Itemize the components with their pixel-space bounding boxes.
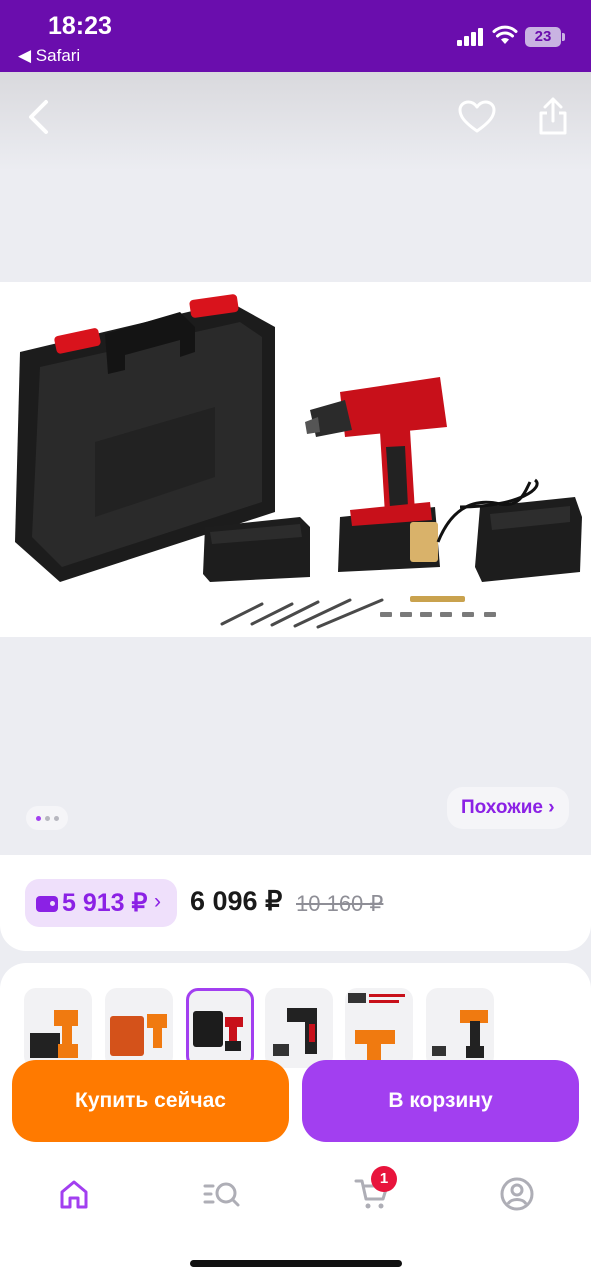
wallet-icon bbox=[36, 896, 58, 912]
back-to-safari-link[interactable]: ◀ Safari bbox=[18, 46, 80, 66]
heart-icon bbox=[458, 100, 496, 133]
similar-products-button[interactable]: Похожие › bbox=[447, 787, 569, 829]
wifi-icon bbox=[492, 25, 518, 44]
variant-image bbox=[110, 1014, 167, 1056]
favorite-button[interactable] bbox=[455, 95, 499, 139]
status-time: 18:23 bbox=[48, 12, 112, 40]
drill-kit-illustration bbox=[15, 294, 582, 629]
chevron-right-icon: › bbox=[154, 890, 161, 913]
share-icon bbox=[539, 97, 567, 135]
product-image[interactable] bbox=[0, 282, 591, 637]
page-dot bbox=[53, 815, 59, 821]
variant-thumbnail[interactable] bbox=[265, 988, 333, 1068]
battery-indicator: 23 bbox=[525, 27, 561, 47]
tab-bar: 1 bbox=[0, 1155, 591, 1280]
variant-image bbox=[273, 1008, 317, 1056]
variant-image bbox=[30, 1010, 78, 1058]
home-icon bbox=[60, 1180, 88, 1209]
buy-now-button[interactable]: Купить сейчас bbox=[12, 1060, 289, 1142]
cart-count-badge: 1 bbox=[371, 1166, 397, 1192]
share-button[interactable] bbox=[531, 94, 575, 138]
variant-thumbnail[interactable] bbox=[24, 988, 92, 1068]
product-gallery[interactable]: Похожие › bbox=[0, 72, 591, 857]
tab-profile[interactable] bbox=[495, 1172, 539, 1216]
gallery-top-fade bbox=[0, 72, 591, 172]
variant-thumbnail-selected[interactable] bbox=[186, 988, 254, 1068]
variant-thumbnail[interactable] bbox=[105, 988, 173, 1068]
profile-icon bbox=[500, 1177, 534, 1211]
tab-home[interactable] bbox=[52, 1172, 96, 1216]
variant-image bbox=[193, 1011, 243, 1051]
wallet-price-button[interactable]: 5 913 ₽ › bbox=[25, 879, 177, 927]
catalog-search-icon bbox=[203, 1182, 240, 1207]
add-to-cart-button[interactable]: В корзину bbox=[302, 1060, 579, 1142]
chevron-left-icon bbox=[29, 100, 48, 134]
cellular-signal-icon bbox=[457, 26, 485, 46]
gallery-page-indicator bbox=[26, 806, 68, 830]
page-dot bbox=[44, 815, 50, 821]
back-button[interactable] bbox=[16, 95, 60, 139]
home-indicator bbox=[190, 1260, 402, 1267]
variant-image bbox=[348, 993, 405, 1064]
wallet-price: 5 913 ₽ bbox=[62, 889, 148, 917]
current-price: 6 096 ₽ bbox=[190, 886, 283, 916]
price-card: 5 913 ₽ › 6 096 ₽ 10 160 ₽ bbox=[0, 855, 591, 951]
page-dot-active bbox=[35, 815, 41, 821]
battery-tip bbox=[562, 33, 565, 41]
old-price: 10 160 ₽ bbox=[296, 891, 384, 916]
variant-thumbnail[interactable] bbox=[345, 988, 413, 1068]
variant-image bbox=[432, 1010, 488, 1058]
tab-catalog[interactable] bbox=[199, 1172, 243, 1216]
variant-thumbnail[interactable] bbox=[426, 988, 494, 1068]
status-bar: 18:23 ◀ Safari 23 bbox=[0, 0, 591, 72]
